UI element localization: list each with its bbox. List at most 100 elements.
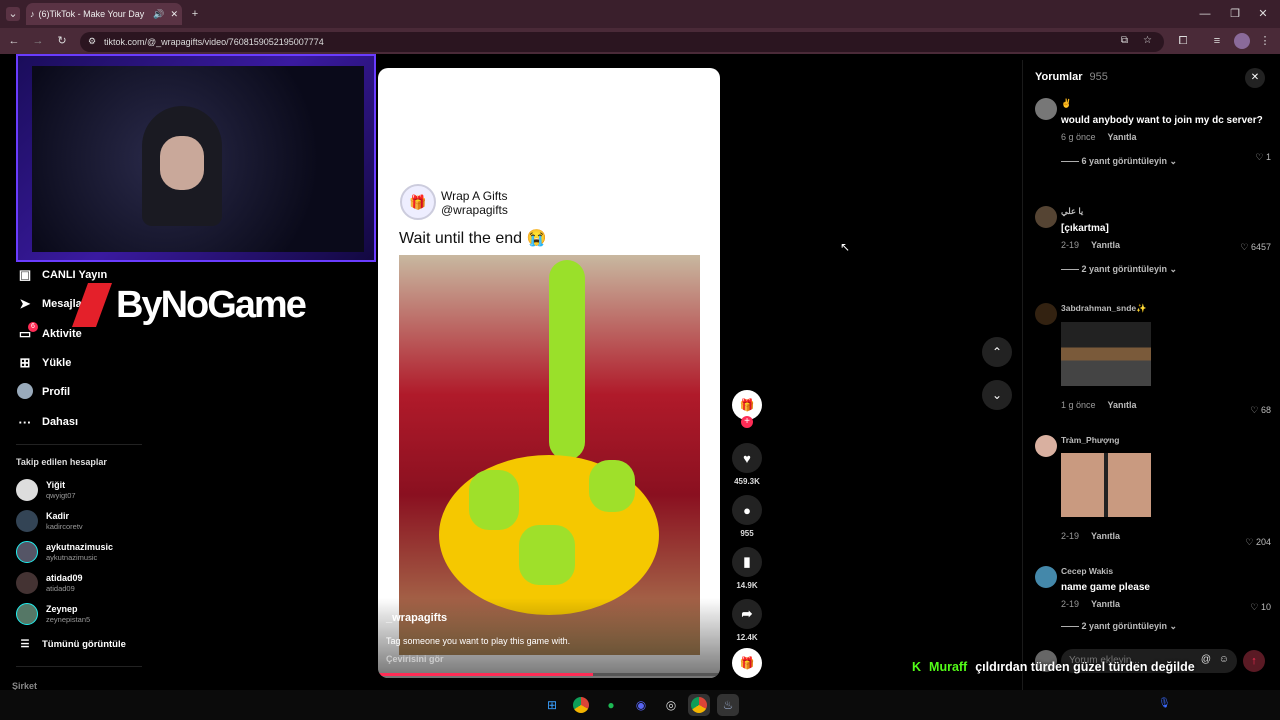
avatar[interactable]	[1035, 303, 1057, 325]
back-icon[interactable]: ←	[6, 34, 22, 48]
followed-account[interactable]: Kadir kadircoretv	[16, 507, 83, 535]
followed-account[interactable]: atidad09 atidad09	[16, 569, 83, 597]
nav-upload[interactable]: ⊞ Yükle	[16, 353, 72, 373]
comment-likes[interactable]: ♡ 68	[1250, 405, 1271, 416]
avatar	[16, 572, 38, 594]
video-player[interactable]: 🎁 Wrap A Gifts @wrapagifts Wait until th…	[378, 68, 720, 678]
bookmark-icon[interactable]: ▮	[732, 547, 762, 577]
followed-account[interactable]: Yiğit qwyigt07	[16, 476, 76, 504]
account-name: Yiğit	[46, 480, 66, 490]
windows-start-icon[interactable]: ⊞	[541, 694, 563, 716]
account-username: kadircoretv	[46, 522, 83, 531]
avatar[interactable]	[1035, 566, 1057, 588]
comment-author[interactable]: ✌	[1061, 98, 1271, 109]
reply-button[interactable]: Yanıtla	[1091, 599, 1120, 609]
comment-text: name game please	[1061, 582, 1150, 593]
like-count: 6457	[1250, 242, 1271, 252]
follow-plus-icon[interactable]: +	[741, 416, 753, 428]
comment-author[interactable]: 3abdrahman_snde✨	[1061, 303, 1271, 314]
previous-video-icon[interactable]: ⌃	[982, 337, 1012, 367]
comment-author[interactable]: Tràm_Phượng	[1061, 435, 1271, 445]
close-comments-icon[interactable]: ✕	[1245, 68, 1265, 88]
comment-meta: 2-19 Yanıtla	[1061, 531, 1271, 541]
divider	[16, 666, 142, 667]
comment-time: 2-19	[1061, 531, 1080, 541]
obs-icon[interactable]: ◎	[660, 694, 682, 716]
nav-profile[interactable]: Profil	[16, 382, 70, 402]
like-action[interactable]: ♥ 459.3K	[732, 443, 762, 486]
avatar[interactable]	[1035, 206, 1057, 228]
followed-account[interactable]: Zeynep zeynepistan5	[16, 600, 90, 628]
minimize-icon[interactable]: —	[1198, 7, 1212, 21]
view-replies-button[interactable]: —— 6 yanıt görüntüleyin ⌄	[1061, 156, 1271, 167]
spotify-icon[interactable]: ●	[600, 694, 622, 716]
comment-image[interactable]	[1061, 453, 1151, 517]
overlay-username[interactable]: _wrapagifts	[386, 612, 447, 624]
view-replies-button[interactable]: —— 2 yanıt görüntüleyin ⌄	[1061, 264, 1271, 275]
share-icon[interactable]: ➦	[732, 599, 762, 629]
comment-likes[interactable]: ♡ 10	[1250, 602, 1271, 613]
like-count: 10	[1260, 602, 1271, 612]
poster-name: Wrap A Gifts	[441, 189, 508, 203]
post-comment-icon[interactable]: ↑	[1243, 650, 1265, 672]
nav-more[interactable]: ··· Dahası	[16, 412, 79, 432]
tab-list-icon[interactable]: ⌄	[6, 7, 20, 21]
url-text: tiktok.com/@_wrapagifts/video/7608159052…	[104, 37, 324, 47]
chrome-icon[interactable]	[570, 694, 592, 716]
new-tab-icon[interactable]: +	[188, 7, 202, 21]
extensions-icon[interactable]: ⧠	[1176, 34, 1190, 48]
comment-action[interactable]: ● 955	[732, 495, 762, 538]
save-action[interactable]: ▮ 14.9K	[732, 547, 762, 590]
comment-author[interactable]: Cecep Wakis	[1061, 566, 1271, 576]
comment-likes[interactable]: ♡ 6457	[1240, 242, 1271, 253]
next-video-icon[interactable]: ⌄	[982, 380, 1012, 410]
share-count: 12.4K	[736, 633, 758, 642]
profile-avatar[interactable]	[1234, 33, 1250, 49]
comment-item: يا علي [çıkartma] 2-19 Yanıtla —— 2 yanıt…	[1035, 206, 1271, 275]
mention-icon[interactable]: @	[1201, 654, 1211, 665]
comment-likes[interactable]: ♡ 204	[1245, 537, 1271, 548]
streamer-face	[160, 136, 204, 190]
translate-link[interactable]: Çevirisini gör	[386, 654, 444, 664]
bookmark-star-icon[interactable]: ☆	[1143, 35, 1152, 46]
nav-activity[interactable]: ▭ Aktivite	[16, 324, 82, 344]
address-bar[interactable]: ⚙ tiktok.com/@_wrapagifts/video/76081590…	[80, 32, 1164, 52]
comment-image[interactable]	[1061, 322, 1151, 386]
heart-icon[interactable]: ♥	[732, 443, 762, 473]
see-all-accounts[interactable]: ☰ Tümünü görüntüle	[16, 634, 126, 654]
avatar[interactable]	[1035, 98, 1057, 120]
comment-text: would anybody want to join my dc server?	[1061, 115, 1263, 126]
steam-icon[interactable]: ♨	[717, 694, 739, 716]
progress-track[interactable]	[378, 673, 720, 676]
emoji-icon[interactable]: ☺	[1219, 654, 1229, 665]
window-close-icon[interactable]: ✕	[1256, 7, 1270, 21]
reply-button[interactable]: Yanıtla	[1108, 400, 1137, 410]
browser-tab[interactable]: ♪ (6)TikTok - Make Your Day 🔊 ✕	[26, 3, 182, 25]
view-replies-button[interactable]: —— 2 yanıt görüntüleyin ⌄	[1061, 621, 1271, 632]
speaker-icon[interactable]: 🔊	[153, 9, 164, 20]
restore-icon[interactable]: ❐	[1228, 7, 1242, 21]
reply-button[interactable]: Yanıtla	[1091, 531, 1120, 541]
comment-icon[interactable]: ●	[732, 495, 762, 525]
browser-menu-icon[interactable]: ⋮	[1258, 34, 1272, 48]
media-controls-icon[interactable]: ≡	[1210, 34, 1224, 48]
comments-header: Yorumlar 955	[1035, 71, 1108, 83]
avatar[interactable]	[1035, 435, 1057, 457]
forward-icon[interactable]: →	[30, 34, 46, 48]
reload-icon[interactable]: ↻	[54, 34, 70, 48]
followed-account[interactable]: aykutnazimusic aykutnazimusic	[16, 538, 113, 566]
reply-button[interactable]: Yanıtla	[1108, 132, 1137, 142]
reply-button[interactable]: Yanıtla	[1091, 240, 1120, 250]
site-info-icon[interactable]: ⚙	[88, 36, 96, 47]
cast-icon[interactable]: ⧉	[1121, 35, 1128, 46]
sound-disc-icon[interactable]: 🎁	[732, 648, 762, 678]
discord-icon[interactable]: ◉	[630, 694, 652, 716]
share-action[interactable]: ➦ 12.4K	[732, 599, 762, 642]
tab-close-icon[interactable]: ✕	[170, 9, 178, 20]
comment-author[interactable]: يا علي	[1061, 206, 1271, 217]
comment-likes[interactable]: ♡ 1	[1255, 152, 1271, 163]
overlay-description: Tag someone you want to play this game w…	[386, 636, 571, 646]
chrome-active-icon[interactable]	[688, 694, 710, 716]
profile-icon	[16, 382, 34, 402]
nav-messages[interactable]: ➤ Mesajlar	[16, 294, 86, 314]
